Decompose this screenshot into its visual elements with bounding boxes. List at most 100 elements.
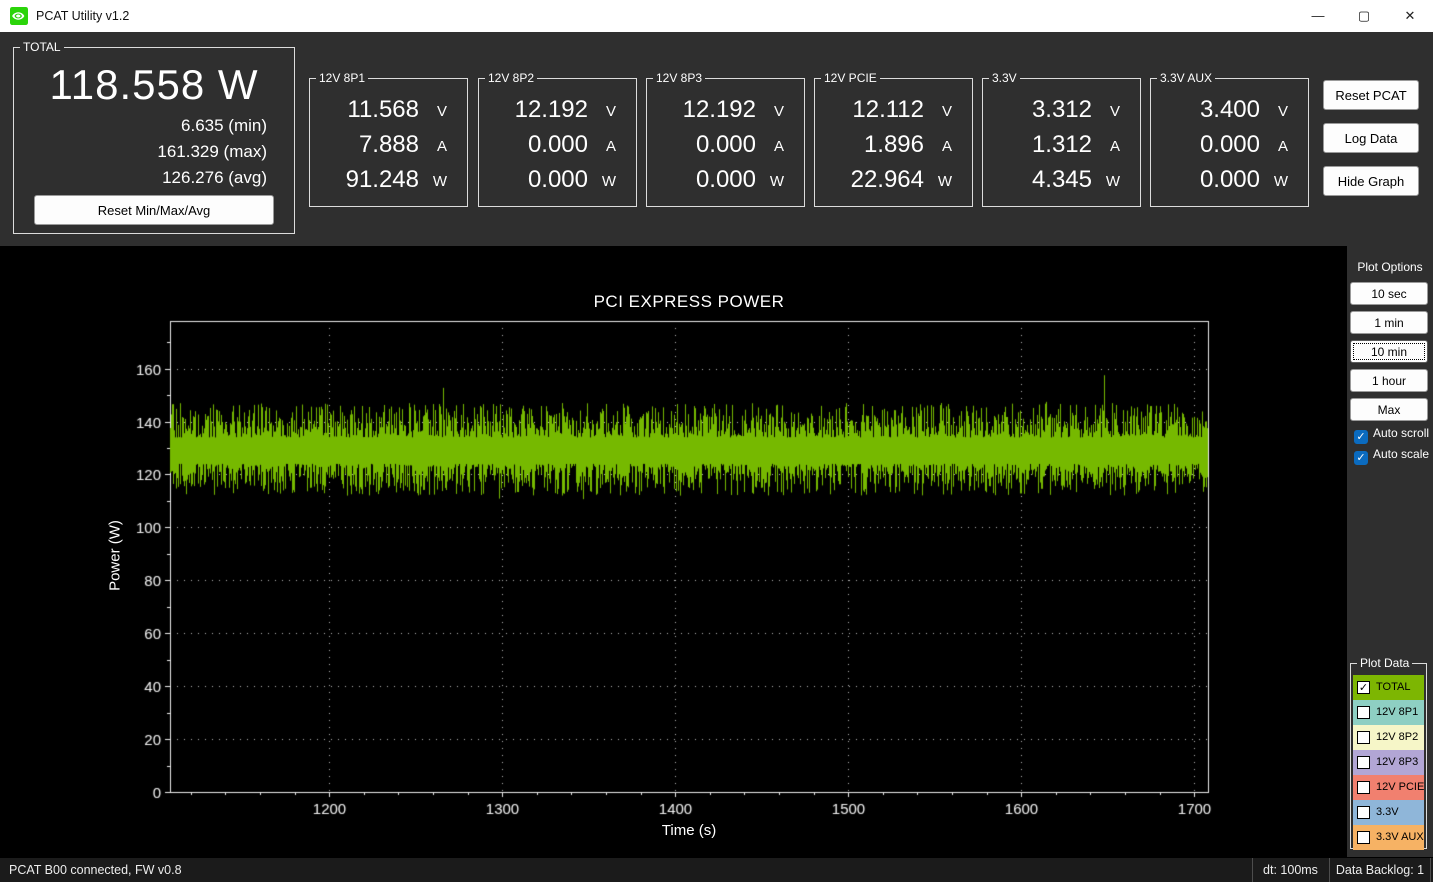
- plot-range-10sec-button[interactable]: 10 sec: [1350, 282, 1428, 305]
- total-panel-label: TOTAL: [20, 40, 64, 54]
- total-avg-value: 126.276 (avg): [162, 168, 267, 187]
- power-unit: W: [1105, 173, 1120, 190]
- title-bar: PCAT Utility v1.2 — ▢ ✕: [0, 0, 1433, 32]
- power-unit: W: [1273, 173, 1288, 190]
- plot-data-panel: Plot Data ✓ TOTAL 12V 8P1 12V 8P2 12V 8P3…: [1350, 656, 1427, 850]
- chart-ylabel: Power (W): [106, 520, 124, 591]
- legend-3v3[interactable]: 3.3V: [1353, 800, 1424, 825]
- legend-label: 3.3V AUX: [1376, 831, 1424, 843]
- voltage-value: 11.568: [347, 96, 419, 123]
- legend-12v-8p3[interactable]: 12V 8P3: [1353, 750, 1424, 775]
- checkbox-icon: [1357, 806, 1370, 819]
- total-panel: TOTAL 118.558 W 6.635 (min) 161.329 (max…: [13, 40, 295, 234]
- power-value: 91.248: [345, 166, 419, 193]
- chart-panel: PCI EXPRESS POWER Power (W) Time (s): [0, 246, 1347, 857]
- current-unit: A: [773, 138, 784, 155]
- power-unit: W: [937, 173, 952, 190]
- legend-label: 12V 8P2: [1376, 731, 1419, 743]
- power-unit: W: [601, 173, 616, 190]
- nvidia-logo-icon: [10, 7, 28, 25]
- voltage-unit: V: [941, 103, 952, 120]
- power-value: 0.000: [695, 166, 756, 193]
- rail-label: 3.3V: [989, 71, 1020, 85]
- voltage-value: 12.192: [514, 96, 588, 123]
- checkbox-icon: [1357, 756, 1370, 769]
- legend-3v3-aux[interactable]: 3.3V AUX: [1353, 825, 1424, 850]
- auto-scroll-label: Auto scroll: [1373, 426, 1430, 440]
- status-bar: PCAT B00 connected, FW v0.8 dt: 100ms Da…: [0, 857, 1433, 882]
- checkbox-icon: [1357, 831, 1370, 844]
- current-value: 0.000: [527, 131, 588, 158]
- power-unit: W: [769, 173, 784, 190]
- chart-xlabel: Time (s): [661, 822, 717, 839]
- voltage-value: 12.192: [682, 96, 756, 123]
- hide-graph-button[interactable]: Hide Graph: [1323, 166, 1419, 196]
- rail-panel-12v-8p1: 12V 8P1 11.568 V 7.888 A 91.248 W: [309, 71, 468, 207]
- total-min-value: 6.635 (min): [181, 116, 267, 135]
- power-value: 0.000: [1199, 166, 1260, 193]
- legend-label: 12V 8P3: [1376, 756, 1419, 768]
- checkbox-icon: ✓: [1354, 451, 1368, 465]
- current-unit: A: [1109, 138, 1120, 155]
- current-unit: A: [1277, 138, 1288, 155]
- legend-12v-8p1[interactable]: 12V 8P1: [1353, 700, 1424, 725]
- voltage-value: 12.112: [852, 96, 924, 123]
- voltage-unit: V: [1277, 103, 1288, 120]
- rail-panel-12v-pcie: 12V PCIE 12.112 V 1.896 A 22.964 W: [814, 71, 973, 207]
- rail-label: 12V 8P1: [316, 71, 369, 85]
- plot-controls-strip: Plot Options 10 sec 1 min 10 min 1 hour …: [1347, 246, 1433, 857]
- current-unit: A: [941, 138, 952, 155]
- rail-label: 12V 8P2: [485, 71, 538, 85]
- checkbox-icon: ✓: [1357, 681, 1370, 694]
- rail-panel-3v3: 3.3V 3.312 V 1.312 A 4.345 W: [982, 71, 1141, 207]
- chart-title: PCI EXPRESS POWER: [593, 292, 785, 311]
- checkbox-icon: [1357, 706, 1370, 719]
- rail-label: 3.3V AUX: [1157, 71, 1216, 85]
- rail-label: 12V PCIE: [821, 71, 880, 85]
- plot-range-1hour-button[interactable]: 1 hour: [1350, 369, 1428, 392]
- auto-scale-checkbox[interactable]: ✓ Auto scale: [1354, 447, 1430, 465]
- legend-label: 12V 8P1: [1376, 706, 1419, 718]
- plot-data-label: Plot Data: [1357, 656, 1413, 670]
- data-backlog-status: Data Backlog: 1: [1329, 858, 1431, 882]
- legend-label: 12V PCIE: [1376, 781, 1425, 793]
- reset-minmaxavg-button[interactable]: Reset Min/Max/Avg: [34, 195, 274, 225]
- auto-scale-label: Auto scale: [1373, 447, 1430, 461]
- current-value: 1.312: [1031, 131, 1092, 158]
- power-value: 4.345: [1031, 166, 1092, 193]
- current-unit: A: [605, 138, 616, 155]
- legend-total[interactable]: ✓ TOTAL: [1353, 675, 1424, 700]
- auto-scroll-checkbox[interactable]: ✓ Auto scroll: [1354, 426, 1430, 444]
- legend-12v-pcie[interactable]: 12V PCIE: [1353, 775, 1424, 800]
- current-value: 7.888: [358, 131, 419, 158]
- plot-options-label: Plot Options: [1357, 260, 1423, 274]
- voltage-unit: V: [773, 103, 784, 120]
- total-max-value: 161.329 (max): [157, 142, 267, 161]
- close-icon[interactable]: ✕: [1387, 0, 1433, 32]
- plot-range-1min-button[interactable]: 1 min: [1350, 311, 1428, 334]
- current-value: 0.000: [695, 131, 756, 158]
- voltage-unit: V: [436, 103, 447, 120]
- power-value: 22.964: [850, 166, 924, 193]
- legend-12v-8p2[interactable]: 12V 8P2: [1353, 725, 1424, 750]
- rail-panel-12v-8p3: 12V 8P3 12.192 V 0.000 A 0.000 W: [646, 71, 805, 207]
- current-value: 1.896: [863, 131, 924, 158]
- reset-pcat-button[interactable]: Reset PCAT: [1323, 80, 1419, 110]
- legend-label: TOTAL: [1376, 681, 1411, 693]
- rail-panel-12v-8p2: 12V 8P2 12.192 V 0.000 A 0.000 W: [478, 71, 637, 207]
- checkbox-icon: [1357, 731, 1370, 744]
- plot-range-10min-button[interactable]: 10 min: [1350, 340, 1428, 363]
- voltage-unit: V: [605, 103, 616, 120]
- minimize-icon[interactable]: —: [1295, 0, 1341, 32]
- voltage-value: 3.312: [1031, 96, 1092, 123]
- dt-status: dt: 100ms: [1252, 858, 1328, 882]
- window-title: PCAT Utility v1.2: [36, 9, 130, 23]
- rail-panel-3v3-aux: 3.3V AUX 3.400 V 0.000 A 0.000 W: [1150, 71, 1309, 207]
- power-value: 0.000: [527, 166, 588, 193]
- log-data-button[interactable]: Log Data: [1323, 123, 1419, 153]
- plot-range-max-button[interactable]: Max: [1350, 398, 1428, 421]
- power-chart: [0, 246, 1347, 857]
- maximize-icon[interactable]: ▢: [1341, 0, 1387, 32]
- checkbox-icon: [1357, 781, 1370, 794]
- voltage-value: 3.400: [1199, 96, 1260, 123]
